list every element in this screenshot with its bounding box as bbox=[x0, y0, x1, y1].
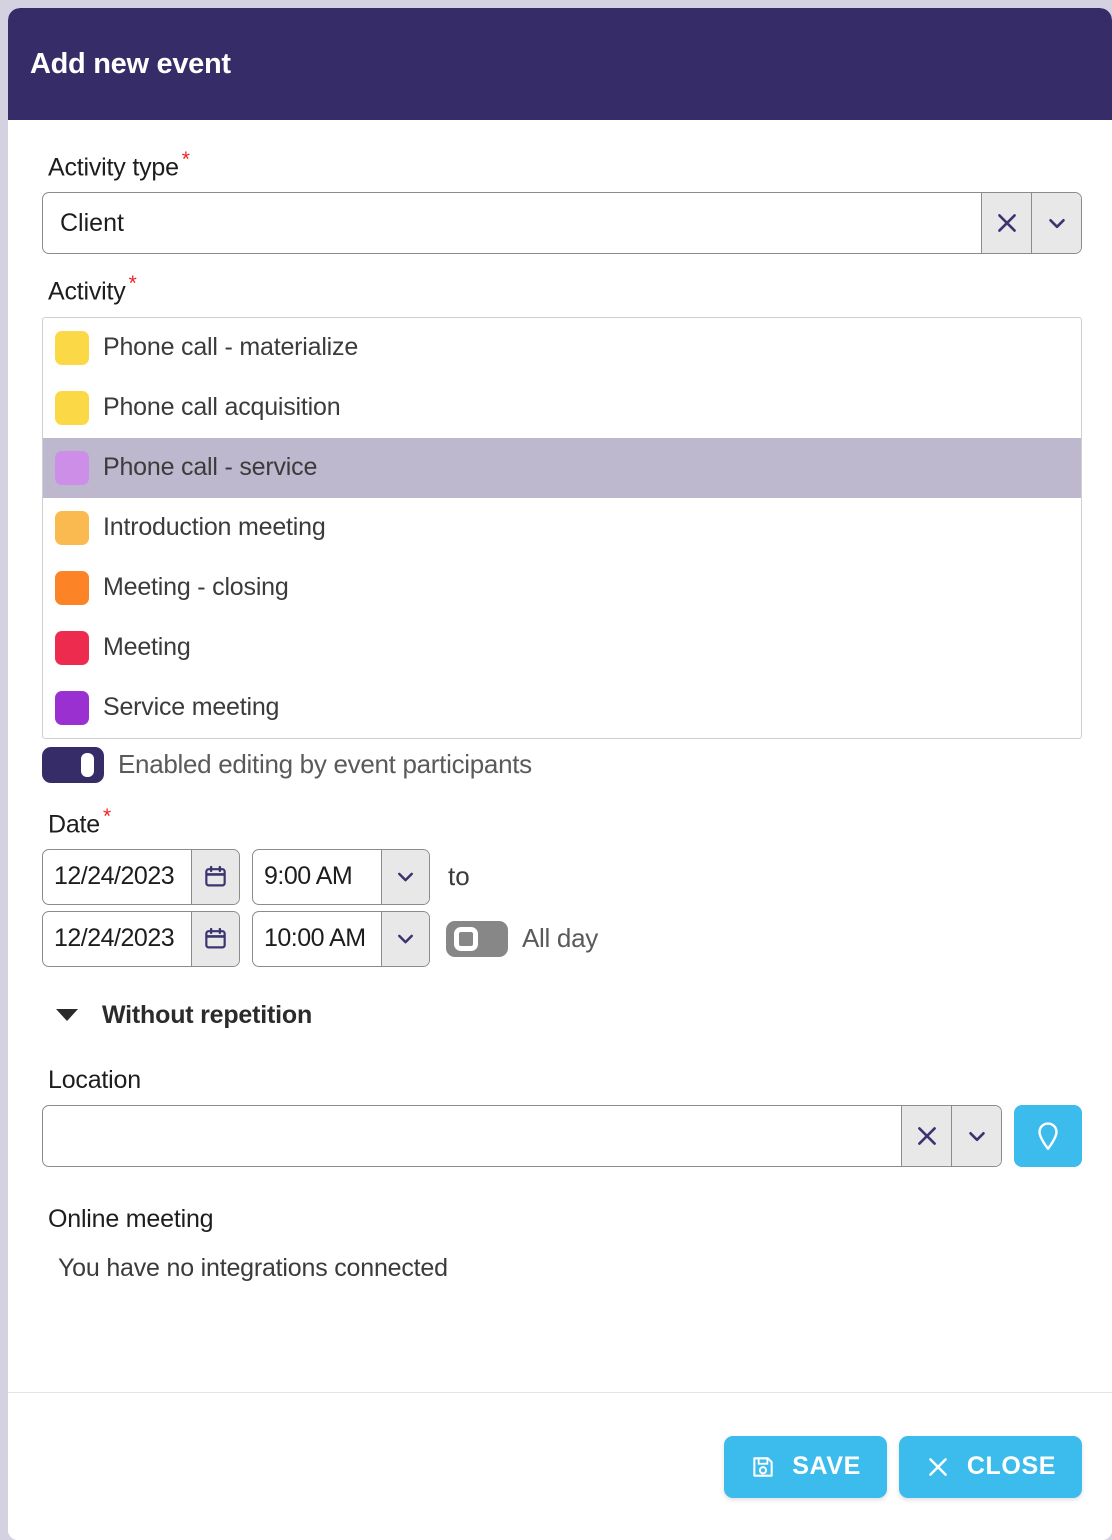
online-meeting-label: Online meeting bbox=[48, 1204, 214, 1233]
activity-color-swatch bbox=[55, 570, 89, 605]
required-asterisk: * bbox=[128, 272, 137, 296]
end-time-field[interactable]: 10:00 AM bbox=[252, 910, 430, 967]
end-date-row: 12/24/2023 10:00 AM All day bbox=[42, 910, 1082, 967]
enable-editing-label: Enabled editing by event participants bbox=[118, 749, 532, 780]
toggle-knob bbox=[81, 752, 94, 777]
chevron-down-icon bbox=[398, 935, 413, 944]
toggle-knob bbox=[454, 926, 478, 951]
online-meeting-section: Online meeting You have no integrations … bbox=[42, 1205, 1082, 1283]
editing-toggle-row: Enabled editing by event participants bbox=[42, 746, 1082, 783]
date-label: Date * bbox=[48, 805, 1082, 839]
calendar-icon bbox=[205, 928, 226, 949]
location-select[interactable] bbox=[42, 1104, 1002, 1167]
activity-color-swatch bbox=[55, 450, 89, 485]
activity-label-text: Activity bbox=[48, 277, 126, 306]
activity-item-label: Meeting bbox=[103, 633, 191, 662]
dialog-footer: SAVE CLOSE bbox=[8, 1392, 1112, 1540]
save-button-label: SAVE bbox=[792, 1452, 861, 1480]
end-date-field[interactable]: 12/24/2023 bbox=[42, 910, 240, 967]
start-date-value[interactable]: 12/24/2023 bbox=[43, 850, 191, 904]
chevron-down-icon bbox=[398, 873, 413, 882]
floppy-disk-icon bbox=[753, 1456, 773, 1477]
end-date-value[interactable]: 12/24/2023 bbox=[43, 912, 191, 966]
start-date-row: 12/24/2023 9:00 AM to bbox=[42, 848, 1082, 905]
end-date-calendar-button[interactable] bbox=[191, 911, 239, 966]
activity-listbox[interactable]: Phone call - materialize Phone call acqu… bbox=[42, 316, 1082, 739]
activity-type-dropdown-button[interactable] bbox=[1031, 193, 1081, 254]
activity-color-swatch bbox=[55, 390, 89, 425]
activity-item-label: Phone call acquisition bbox=[103, 393, 341, 422]
start-time-value[interactable]: 9:00 AM bbox=[253, 850, 381, 904]
location-clear-button[interactable] bbox=[901, 1105, 951, 1166]
activity-item-label: Meeting - closing bbox=[103, 573, 289, 602]
open-map-button[interactable] bbox=[1014, 1104, 1082, 1167]
close-button-label: CLOSE bbox=[966, 1452, 1056, 1480]
caret-down-icon bbox=[56, 1009, 78, 1022]
dialog-body: Activity type * Client Activity * Phone ca… bbox=[8, 120, 1112, 1392]
list-item[interactable]: Meeting bbox=[43, 618, 1081, 678]
add-event-dialog: Add new event Activity type * Client Acti… bbox=[8, 8, 1112, 1540]
page-title: Add new event bbox=[30, 47, 231, 80]
required-asterisk: * bbox=[103, 804, 111, 828]
close-button[interactable]: CLOSE bbox=[898, 1435, 1082, 1498]
start-time-field[interactable]: 9:00 AM bbox=[252, 848, 430, 905]
start-date-field[interactable]: 12/24/2023 bbox=[42, 848, 240, 905]
activity-type-clear-button[interactable] bbox=[981, 193, 1031, 254]
date-section: Date * 12/24/2023 9:00 AM to 12/24/2023 … bbox=[42, 805, 1082, 967]
activity-item-label: Phone call - service bbox=[103, 453, 318, 482]
all-day-toggle[interactable] bbox=[446, 920, 508, 957]
activity-type-label: Activity type * bbox=[48, 148, 1082, 182]
activity-label: Activity * bbox=[48, 272, 1082, 306]
close-x-icon bbox=[997, 214, 1016, 233]
dialog-header: Add new event bbox=[8, 8, 1112, 120]
location-label: Location bbox=[48, 1065, 141, 1094]
chevron-down-icon bbox=[968, 1131, 985, 1142]
location-row bbox=[42, 1104, 1082, 1167]
list-item[interactable]: Meeting - closing bbox=[43, 558, 1081, 618]
close-x-icon bbox=[917, 1127, 936, 1145]
activity-color-swatch bbox=[55, 330, 89, 365]
end-time-value[interactable]: 10:00 AM bbox=[253, 912, 381, 966]
activity-color-swatch bbox=[55, 630, 89, 665]
online-meeting-note: You have no integrations connected bbox=[58, 1253, 448, 1282]
repetition-label: Without repetition bbox=[102, 1000, 313, 1029]
location-dropdown-button[interactable] bbox=[951, 1105, 1001, 1166]
start-date-calendar-button[interactable] bbox=[191, 849, 239, 904]
list-item[interactable]: Service meeting bbox=[43, 678, 1081, 738]
activity-item-label: Service meeting bbox=[103, 693, 280, 722]
save-button[interactable]: SAVE bbox=[724, 1435, 887, 1498]
all-day-row: All day bbox=[446, 920, 598, 957]
enable-editing-toggle[interactable] bbox=[42, 746, 104, 783]
date-label-text: Date bbox=[48, 809, 101, 838]
activity-item-label: Introduction meeting bbox=[103, 513, 326, 542]
location-input[interactable] bbox=[43, 1105, 901, 1166]
list-item[interactable]: Phone call acquisition bbox=[43, 378, 1081, 438]
list-item[interactable]: Introduction meeting bbox=[43, 498, 1081, 558]
required-asterisk: * bbox=[181, 148, 190, 171]
location-section: Location bbox=[42, 1066, 1082, 1167]
end-time-dropdown-button[interactable] bbox=[381, 911, 429, 966]
date-range-separator: to bbox=[448, 861, 470, 892]
chevron-down-icon bbox=[1048, 219, 1065, 229]
activity-color-swatch bbox=[55, 690, 89, 725]
map-pin-icon bbox=[1038, 1122, 1058, 1150]
calendar-icon bbox=[205, 866, 226, 887]
list-item[interactable]: Phone call - materialize bbox=[43, 318, 1081, 378]
activity-color-swatch bbox=[55, 510, 89, 545]
all-day-label: All day bbox=[522, 923, 598, 954]
close-x-icon bbox=[929, 1457, 947, 1476]
activity-type-select[interactable]: Client bbox=[42, 192, 1082, 255]
repetition-collapse[interactable]: Without repetition bbox=[56, 1001, 1082, 1030]
list-item[interactable]: Phone call - service bbox=[43, 437, 1081, 498]
activity-type-value[interactable]: Client bbox=[43, 193, 981, 253]
activity-item-label: Phone call - materialize bbox=[103, 333, 359, 362]
start-time-dropdown-button[interactable] bbox=[381, 849, 429, 904]
activity-type-label-text: Activity type bbox=[48, 153, 179, 182]
